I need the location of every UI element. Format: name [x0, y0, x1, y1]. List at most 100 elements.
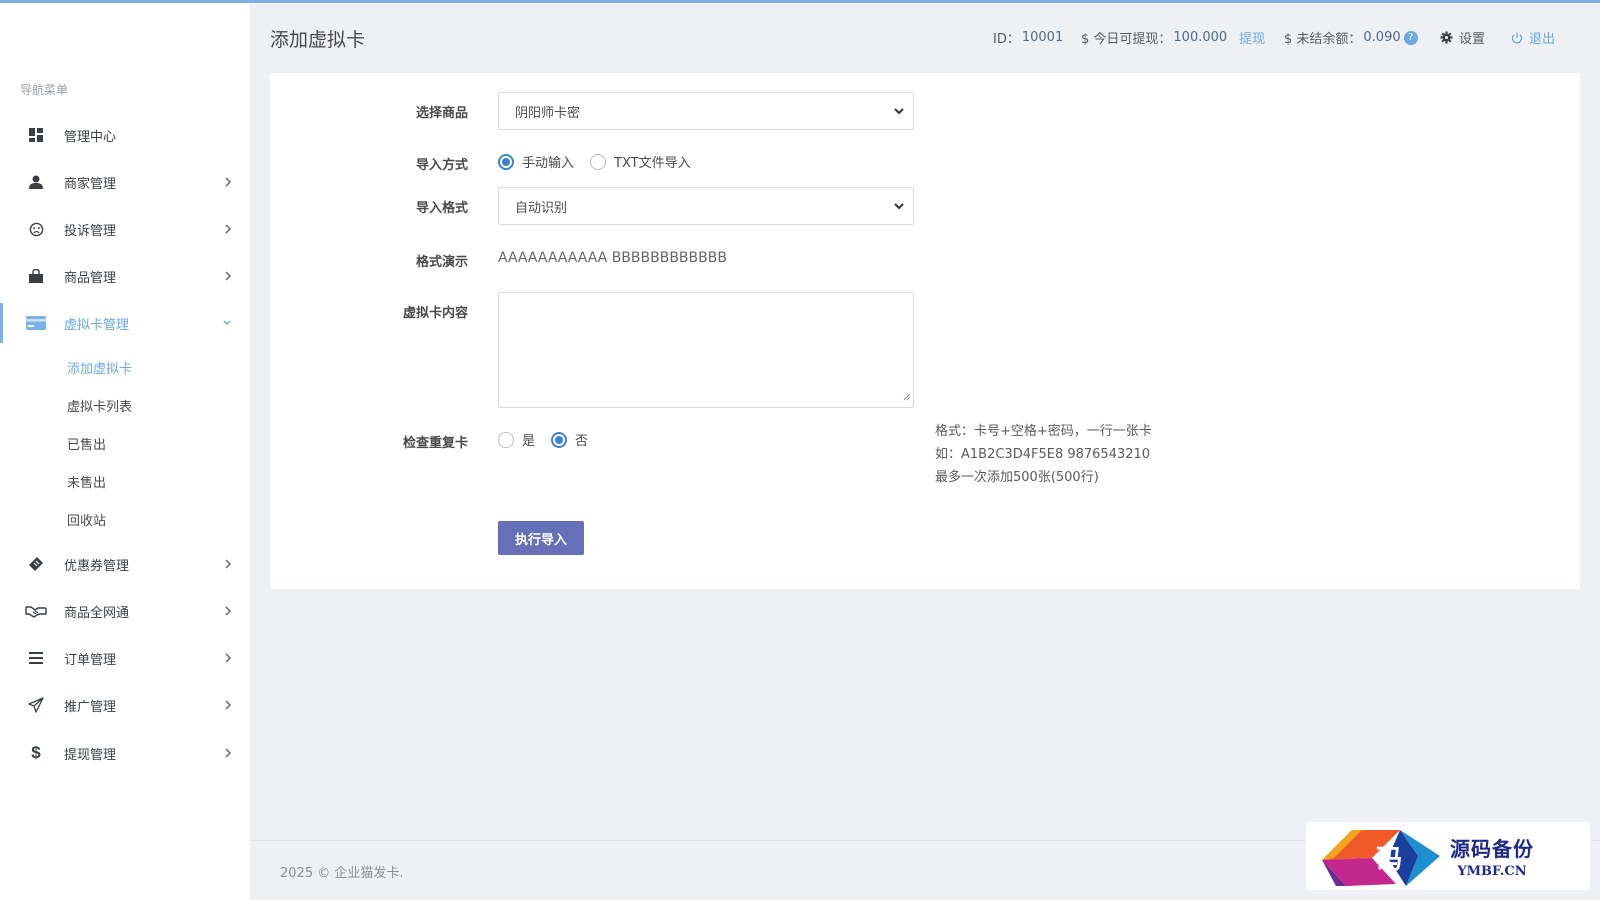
sidebar-item-promotion[interactable]: 推广管理: [0, 685, 250, 725]
execute-import-button[interactable]: 执行导入: [498, 521, 584, 555]
sidebar-item-coupons[interactable]: 优惠券管理: [0, 544, 250, 584]
import-method-radio-group: 手动输入 TXT文件导入: [498, 152, 707, 171]
format-select[interactable]: 自动识别: [498, 187, 914, 225]
id-label: ID：: [993, 32, 1020, 47]
import-method-label: 导入方式: [415, 158, 468, 173]
format-help-text: 格式：卡号+空格+密码，一行一张卡 如：A1B2C3D4F5E8 9876543…: [935, 420, 1152, 489]
unsettled-value: 0.090: [1363, 30, 1401, 45]
import-manual-radio[interactable]: [498, 153, 514, 170]
chevron-right-icon: [224, 557, 232, 575]
help-line: 最多一次添加500张(500行): [935, 470, 1099, 485]
sidebar-item-label: 推广管理: [64, 699, 117, 715]
withdraw-link[interactable]: 提现: [1239, 28, 1265, 47]
unsettled-balance: $ 未结余额： 0.090 ?: [1284, 28, 1418, 47]
sidebar-item-label: 商品管理: [64, 270, 117, 286]
content-label: 虚拟卡内容: [402, 306, 468, 321]
sidebar-item-label: 订单管理: [64, 652, 117, 668]
product-select-value: 阴阳师卡密: [515, 105, 581, 121]
import-txt-radio[interactable]: [590, 153, 607, 170]
dollar-icon: $: [31, 743, 41, 762]
power-icon: [1511, 32, 1523, 44]
watermark-text: 源码备份 YMBF.CN: [1450, 833, 1534, 879]
sidebar-subitem-recycle-bin[interactable]: 回收站: [67, 510, 106, 529]
import-txt-label[interactable]: TXT文件导入: [614, 152, 691, 171]
handshake-icon: [18, 604, 54, 618]
dashboard-icon: [18, 128, 54, 142]
chevron-down-icon: [893, 104, 905, 122]
chevron-right-icon: [224, 698, 232, 716]
help-line: 格式：卡号+空格+密码，一行一张卡: [935, 424, 1152, 439]
help-icon[interactable]: ?: [1403, 30, 1418, 45]
user-icon: [18, 175, 54, 189]
logout-button[interactable]: 退出: [1511, 28, 1555, 47]
sidebar-item-products[interactable]: 商品管理: [0, 256, 250, 296]
watermark-cn: 源码备份: [1450, 837, 1534, 861]
nav-title: 导航菜单: [20, 83, 69, 97]
chevron-right-icon: [224, 269, 232, 287]
import-manual-label[interactable]: 手动输入: [522, 152, 574, 171]
product-select[interactable]: 阴阳师卡密: [498, 92, 914, 130]
watermark-logo-mark: 码: [1318, 824, 1442, 888]
ticket-icon: [18, 556, 54, 572]
sidebar-subitem-unsold[interactable]: 未售出: [67, 472, 106, 491]
demo-label: 格式演示: [415, 255, 468, 270]
chevron-right-icon: [224, 222, 232, 240]
card-content-textarea[interactable]: [498, 292, 914, 408]
demo-value: AAAAAAAAAAA BBBBBBBBBBBB: [498, 250, 727, 266]
watermark-logo: 码 源码备份 YMBF.CN: [1306, 822, 1590, 890]
sidebar-item-label: 虚拟卡管理: [64, 317, 130, 333]
chevron-down-icon: [893, 199, 905, 217]
help-line: 如：A1B2C3D4F5E8 9876543210: [935, 447, 1151, 462]
sidebar-subitem-sold[interactable]: 已售出: [67, 434, 106, 453]
sidebar-item-label: 优惠券管理: [64, 558, 130, 574]
form-card: 选择商品 阴阳师卡密 导入方式 手动输入 TXT文件导入 导入格式 自动识别 格…: [270, 73, 1580, 589]
dup-check-yes-radio[interactable]: [498, 431, 514, 448]
chevron-right-icon: [224, 651, 232, 669]
dup-check-label: 检查重复卡: [402, 436, 468, 451]
sidebar-item-complaints[interactable]: 投诉管理: [0, 209, 250, 249]
product-label: 选择商品: [415, 106, 468, 121]
sidebar-subitem-card-list[interactable]: 虚拟卡列表: [67, 396, 132, 415]
resize-grip-icon[interactable]: [903, 390, 911, 405]
sidebar-item-label: 提现管理: [64, 747, 117, 763]
withdrawable-label: $ 今日可提现：: [1081, 32, 1172, 47]
sidebar-item-product-network[interactable]: 商品全网通: [0, 591, 250, 631]
paper-plane-icon: [18, 697, 54, 713]
sidebar-item-label: 管理中心: [64, 129, 117, 145]
dup-check-yes-label[interactable]: 是: [522, 430, 535, 449]
withdrawable-balance: $ 今日可提现： 100.000 提现: [1081, 28, 1265, 47]
settings-label: 设置: [1459, 32, 1486, 47]
id-value: 10001: [1021, 30, 1064, 45]
settings-button[interactable]: 设置: [1440, 28, 1485, 47]
chevron-right-icon: [224, 175, 232, 193]
sidebar-subitem-add-card[interactable]: 添加虚拟卡: [67, 358, 132, 377]
sidebar-item-label: 投诉管理: [64, 223, 117, 239]
sidebar: 导航菜单 管理中心 商家管理 投诉管理 商品管理 虚拟卡管理 添加虚拟卡 虚拟卡…: [0, 3, 250, 900]
sidebar-item-orders[interactable]: 订单管理: [0, 638, 250, 678]
chevron-right-icon: [224, 604, 232, 622]
frown-icon: [18, 222, 54, 237]
sidebar-item-merchants[interactable]: 商家管理: [0, 162, 250, 202]
sidebar-item-label: 商家管理: [64, 176, 117, 192]
shopping-bag-icon: [18, 269, 54, 283]
dup-check-no-radio[interactable]: [551, 431, 568, 448]
unsettled-label: $ 未结余额：: [1284, 32, 1362, 47]
chevron-down-icon: [222, 316, 232, 334]
format-label: 导入格式: [415, 201, 468, 216]
merchant-id: ID： 10001: [993, 28, 1063, 47]
watermark-en: YMBF.CN: [1457, 864, 1527, 879]
gear-icon: [1440, 31, 1453, 44]
list-icon: [18, 652, 54, 664]
dup-check-no-label[interactable]: 否: [575, 430, 588, 449]
footer-copyright: 2025 © 企业猫发卡.: [280, 866, 404, 881]
sidebar-item-label: 商品全网通: [64, 605, 130, 621]
sidebar-item-virtual-cards[interactable]: 虚拟卡管理: [0, 303, 250, 343]
credit-card-icon: [18, 316, 54, 330]
sidebar-item-dashboard[interactable]: 管理中心: [0, 115, 250, 155]
chevron-right-icon: [224, 746, 232, 764]
format-select-value: 自动识别: [515, 200, 568, 216]
logout-label: 退出: [1529, 32, 1556, 47]
sidebar-item-withdrawals[interactable]: $ 提现管理: [0, 733, 250, 773]
watermark-logo-char: 码: [1376, 845, 1402, 875]
dup-check-radio-group: 是 否: [498, 430, 604, 449]
